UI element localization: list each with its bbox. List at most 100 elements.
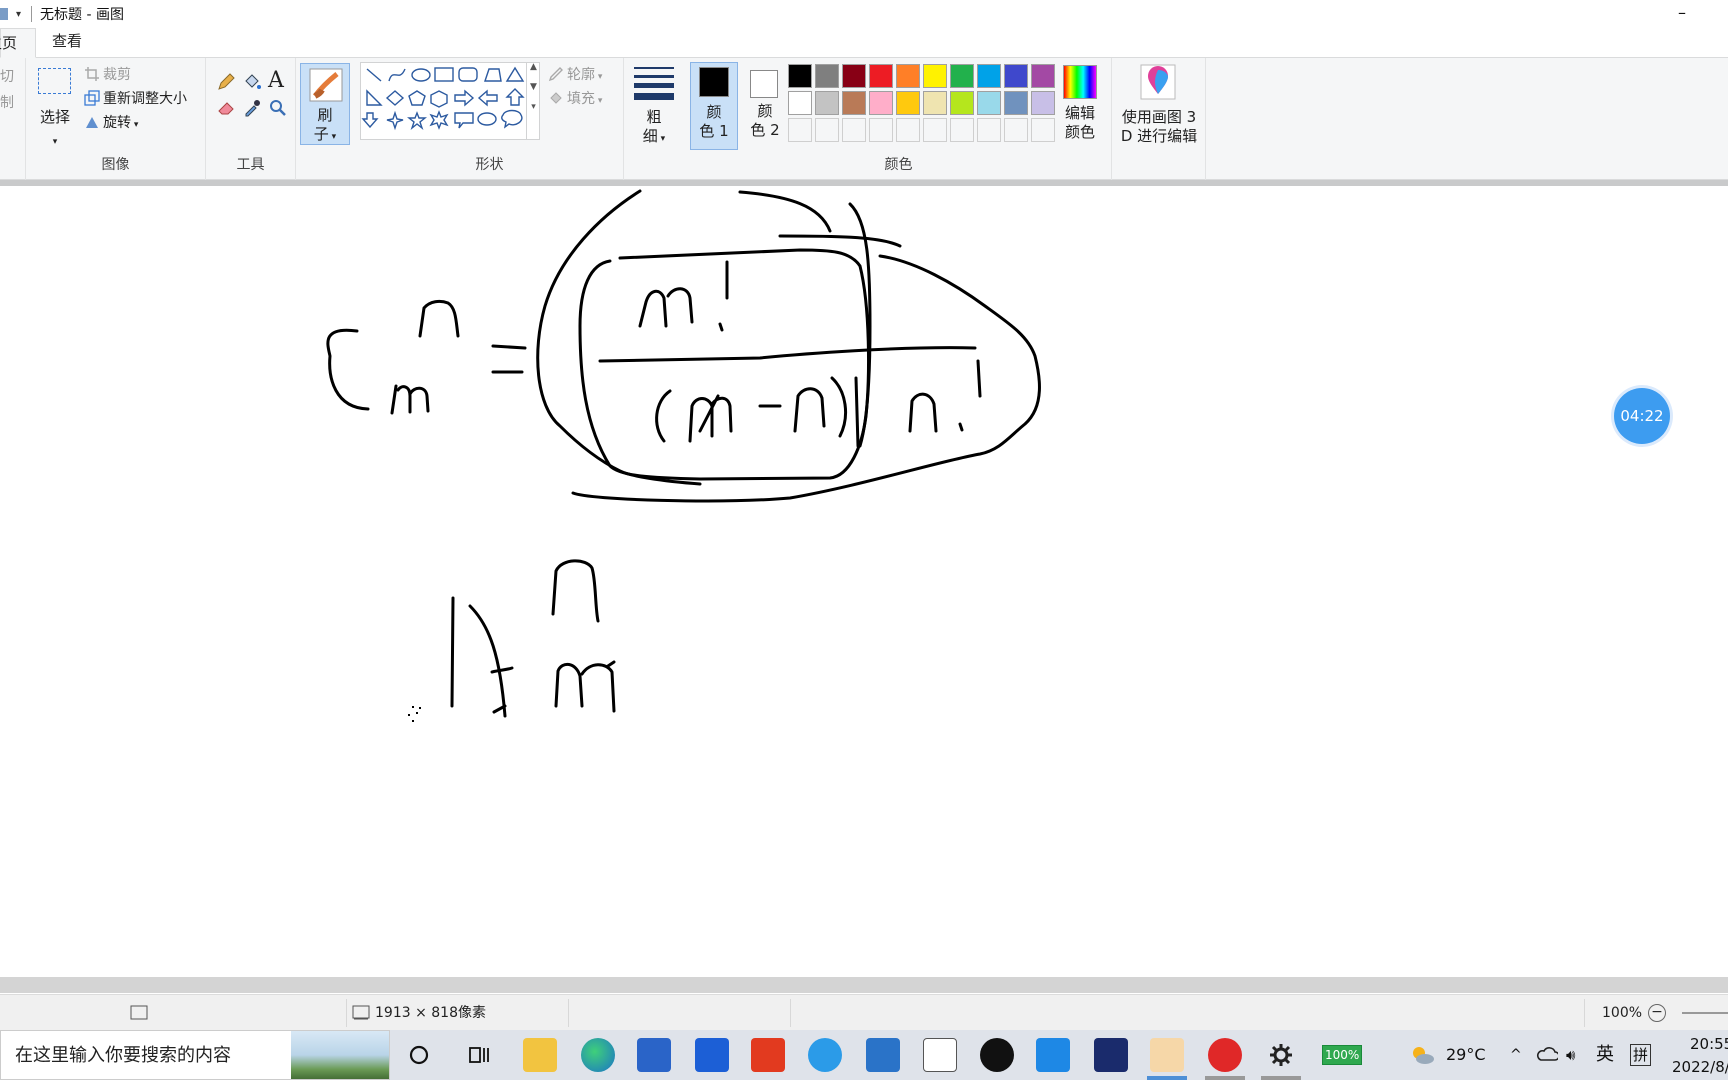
netease-music-icon[interactable] [1208, 1038, 1242, 1072]
color-swatch[interactable] [815, 91, 839, 115]
cut-button[interactable]: 切 [0, 66, 14, 86]
color-swatch[interactable] [842, 64, 866, 88]
file-explorer-icon[interactable] [523, 1038, 557, 1072]
select-button[interactable]: 选择 ▾ [38, 108, 72, 152]
edit-colors-button[interactable]: 编辑 颜色 [1058, 104, 1102, 142]
paint3d-icon[interactable] [1140, 64, 1176, 100]
mail-icon[interactable] [866, 1038, 900, 1072]
edge-icon[interactable] [581, 1038, 615, 1072]
divider [790, 999, 791, 1027]
shape-gallery[interactable] [360, 62, 540, 140]
graph-app-icon[interactable] [923, 1038, 957, 1072]
color-swatch[interactable] [1031, 64, 1055, 88]
custom-color-slot[interactable] [842, 118, 866, 142]
custom-color-slot[interactable] [977, 118, 1001, 142]
ime-language[interactable]: 英 [1596, 1030, 1614, 1080]
battery-indicator[interactable]: 100% [1322, 1045, 1363, 1065]
qq-icon[interactable] [980, 1038, 1014, 1072]
volume-icon[interactable]: 🔊︎ [1566, 1030, 1575, 1080]
custom-color-slot[interactable] [1031, 118, 1055, 142]
drawing-canvas[interactable] [0, 180, 1728, 978]
taskbar-search[interactable]: 在这里输入你要搜索的内容 [0, 1030, 390, 1080]
line-size-icon[interactable] [634, 66, 674, 100]
copy-button[interactable]: 制 [0, 92, 14, 112]
lark-icon[interactable] [695, 1038, 729, 1072]
ime-mode[interactable]: 拼 [1630, 1044, 1652, 1066]
pencil-icon[interactable] [216, 72, 236, 92]
custom-color-slot[interactable] [1004, 118, 1028, 142]
horizontal-scrollbar[interactable] [0, 977, 1728, 993]
store-icon[interactable] [637, 1038, 671, 1072]
paint3d-button[interactable]: 使用画图 3 D 进行编辑 [1114, 108, 1204, 146]
gear-icon[interactable] [1268, 1042, 1294, 1068]
custom-color-slot[interactable] [923, 118, 947, 142]
onedrive-icon[interactable] [1536, 1047, 1558, 1063]
custom-color-slot[interactable] [815, 118, 839, 142]
color-picker-icon[interactable] [242, 98, 262, 118]
color-swatch[interactable] [842, 91, 866, 115]
weather-temp[interactable]: 29°C [1446, 1030, 1486, 1080]
minimize-button[interactable]: – [1670, 2, 1694, 26]
rainbow-icon[interactable] [1063, 65, 1097, 99]
color-swatch[interactable] [977, 64, 1001, 88]
clock-date[interactable]: 2022/8/ [1672, 1057, 1728, 1077]
color-swatch[interactable] [869, 64, 893, 88]
color-swatch[interactable] [788, 64, 812, 88]
shape-gallery-scroll[interactable]: ▲ ▼ ▾ [526, 62, 540, 140]
color1-button[interactable]: 颜 色 1 [690, 62, 738, 150]
outline-button[interactable]: 轮廓 ▾ [548, 64, 602, 84]
chevron-down-icon[interactable]: ▾ [16, 9, 21, 20]
cortana-icon[interactable] [408, 1044, 430, 1066]
color-swatch[interactable] [788, 91, 812, 115]
color-swatch[interactable] [950, 64, 974, 88]
clock-time[interactable]: 20:55 [1690, 1034, 1728, 1054]
color-swatch[interactable] [1031, 91, 1055, 115]
resize-button[interactable]: 重新调整大小 [84, 88, 187, 108]
tab-home[interactable]: 主页 [0, 28, 36, 58]
search-input[interactable]: 在这里输入你要搜索的内容 [15, 1031, 231, 1080]
divider [346, 999, 347, 1027]
zoom-slider[interactable] [1682, 1012, 1728, 1014]
custom-color-slot[interactable] [869, 118, 893, 142]
paint-app-icon[interactable] [1150, 1038, 1184, 1072]
color-swatch[interactable] [869, 91, 893, 115]
office-icon[interactable] [751, 1038, 785, 1072]
custom-color-slot[interactable] [950, 118, 974, 142]
tab-view[interactable]: 查看 [36, 27, 98, 57]
color-swatch[interactable] [1004, 91, 1028, 115]
color-swatch[interactable] [896, 64, 920, 88]
chevron-up-icon[interactable]: ^ [1510, 1030, 1522, 1080]
brush-button[interactable]: 刷 子 ▾ [300, 63, 350, 145]
fill-bucket-icon[interactable] [242, 72, 262, 92]
divider [568, 999, 569, 1027]
custom-color-slot[interactable] [788, 118, 812, 142]
active-app-indicator [1147, 1076, 1187, 1080]
weather-icon[interactable] [1410, 1044, 1436, 1066]
dev-cpp-icon[interactable] [1094, 1038, 1128, 1072]
text-tool-icon[interactable]: A [268, 68, 284, 93]
custom-color-slot[interactable] [896, 118, 920, 142]
color-swatch[interactable] [896, 91, 920, 115]
photos-icon[interactable] [1036, 1038, 1070, 1072]
eraser-icon[interactable] [216, 98, 236, 118]
save-icon[interactable] [0, 8, 8, 20]
color-swatch[interactable] [950, 91, 974, 115]
ribbon: 切 制 选择 ▾ 裁剪 重新调整大小 旋转 ▾ 图像 A 工具 刷 子 ▾ ▲ … [0, 58, 1728, 180]
color-swatch[interactable] [923, 91, 947, 115]
rotate-button[interactable]: 旋转 ▾ [84, 112, 138, 132]
fill-button[interactable]: 填充 ▾ [548, 88, 602, 108]
color-swatch[interactable] [815, 64, 839, 88]
color-swatch[interactable] [977, 91, 1001, 115]
color2-button[interactable]: 颜 色 2 [742, 62, 790, 150]
recording-timer[interactable]: 04:22 [1614, 388, 1670, 444]
window-title: 无标题 - 画图 [40, 7, 124, 23]
crop-button[interactable]: 裁剪 [84, 64, 131, 84]
select-icon[interactable] [38, 68, 71, 94]
color-swatch[interactable] [1004, 64, 1028, 88]
color-swatch[interactable] [923, 64, 947, 88]
ie-icon[interactable] [808, 1038, 842, 1072]
size-button[interactable]: 粗 细 ▾ [634, 108, 674, 149]
zoom-out-button[interactable]: − [1648, 1004, 1666, 1022]
magnifier-icon[interactable] [268, 98, 288, 118]
task-view-icon[interactable] [467, 1043, 491, 1067]
